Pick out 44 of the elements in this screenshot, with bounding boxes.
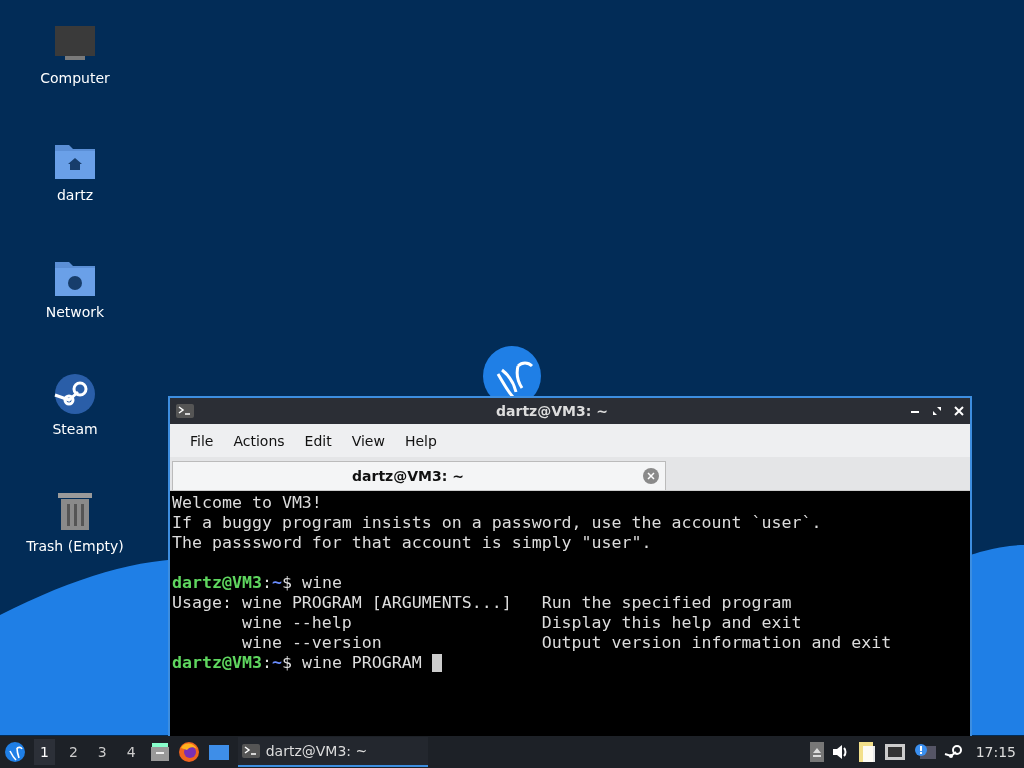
terminal-icon — [241, 744, 260, 758]
terminal-tab[interactable]: dartz@VM3: ~ — [172, 461, 666, 490]
command-text: wine — [301, 573, 342, 593]
workspace-button[interactable]: 1 — [34, 739, 55, 765]
menu-item[interactable]: Actions — [223, 432, 295, 449]
taskbar-task[interactable]: dartz@VM3: ~ — [237, 737, 428, 767]
menu-item[interactable]: File — [180, 432, 224, 449]
workspace-button[interactable]: 4 — [120, 739, 142, 765]
window-title: dartz@VM3: ~ — [495, 403, 609, 419]
terminal-output-line: wine --help Display this help and exit — [240, 613, 803, 633]
desktop-icon-label[interactable]: Trash (Empty) — [26, 538, 124, 554]
menu-item[interactable]: Edit — [294, 432, 342, 449]
terminal-output-line: If a buggy program insists on a password, use the account `user`. — [172, 513, 823, 533]
desktop-icon-label[interactable]: Computer — [40, 70, 110, 86]
desktop-icon-label[interactable]: Network — [45, 304, 105, 320]
desktop-icon-label[interactable]: dartz — [56, 187, 94, 203]
notes-icon[interactable] — [857, 741, 876, 763]
alert-icon[interactable] — [913, 743, 936, 761]
steam-icon[interactable] — [54, 373, 96, 415]
shell-prompt: dartz@VM3:~$ — [172, 653, 292, 673]
desktop-icon-label[interactable]: Steam — [52, 421, 98, 437]
ethernet-icon[interactable] — [883, 743, 906, 761]
command-text: wine PROGRAM — [301, 653, 422, 673]
menu-item[interactable]: Help — [394, 432, 447, 449]
steam-icon[interactable] — [943, 744, 964, 760]
shell-prompt: dartz@VM3:~$ — [172, 573, 292, 593]
file-cabinet-icon[interactable] — [149, 742, 170, 762]
browser-icon[interactable] — [177, 741, 200, 763]
close-tab-icon[interactable] — [643, 468, 659, 484]
close-icon[interactable] — [954, 406, 964, 416]
workspace-button[interactable]: 2 — [62, 739, 84, 765]
terminal-output-line: wine --version Output version information and exit — [240, 633, 893, 653]
bird-logo-icon[interactable] — [4, 741, 26, 763]
terminal-output-line: The passsword for that account is simply "user". — [172, 533, 653, 553]
menu-item[interactable]: View — [341, 432, 395, 449]
trash-icon[interactable] — [55, 490, 95, 532]
workspace-button[interactable]: 3 — [91, 739, 113, 765]
terminal-icon — [176, 404, 194, 418]
clock[interactable]: 17:15 — [971, 744, 1020, 760]
eject-icon[interactable] — [809, 742, 824, 762]
terminal-output-line: Usage: wine PROGRAM [ARGUMENTS...] Run the specified program — [172, 593, 793, 613]
terminal-output-line: Welcome to VM3! — [172, 493, 323, 513]
maximize-icon[interactable] — [932, 406, 942, 416]
desktop-icon[interactable] — [207, 743, 230, 761]
